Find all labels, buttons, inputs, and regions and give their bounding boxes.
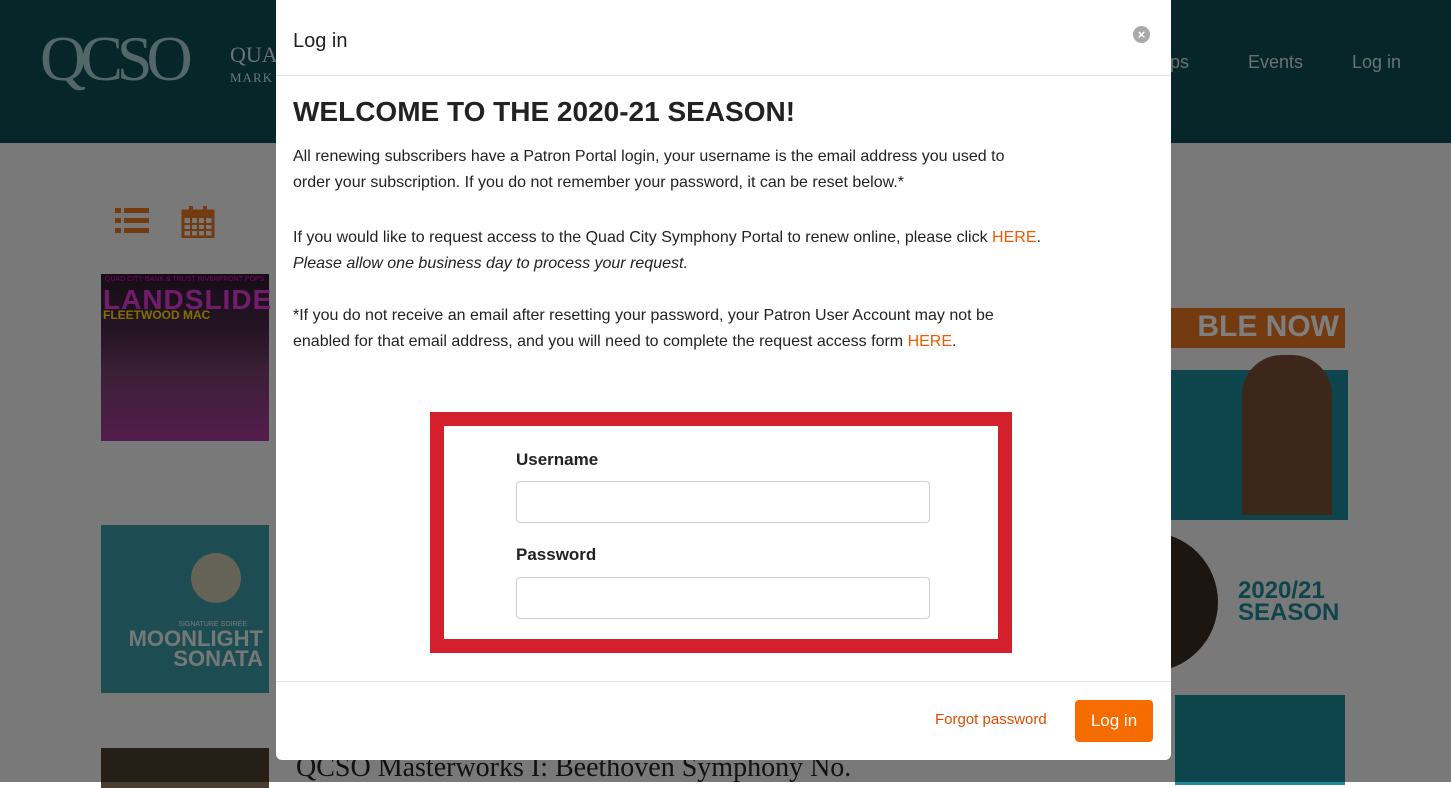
access-period: . — [1036, 229, 1041, 246]
access-text: If you would like to request access to t… — [293, 229, 993, 246]
username-input[interactable] — [516, 481, 930, 523]
modal-title: Log in — [293, 30, 348, 52]
access-line: If you would like to request access to t… — [293, 225, 1041, 251]
close-icon[interactable]: × — [1133, 26, 1150, 43]
reset-note-paragraph: *If you do not receive an email after re… — [293, 303, 994, 355]
request-access-link[interactable]: HERE — [992, 229, 1036, 246]
access-note: Please allow one business day to process… — [293, 255, 688, 272]
access-paragraph: If you would like to request access to t… — [293, 225, 1041, 277]
reset-note-line: *If you do not receive an email after re… — [293, 307, 994, 324]
password-label: Password — [516, 545, 597, 564]
login-modal: Log in × WELCOME TO THE 2020-21 SEASON! … — [276, 0, 1171, 760]
intro-line: order your subscription. If you do not r… — [293, 174, 904, 191]
intro-paragraph: All renewing subscribers have a Patron P… — [293, 144, 1004, 196]
login-button[interactable]: Log in — [1075, 700, 1153, 742]
username-label: Username — [516, 450, 599, 469]
divider — [276, 681, 1171, 682]
reset-note-line: enabled for that email address, and you … — [293, 329, 994, 355]
reset-note-text: enabled for that email address, and you … — [293, 333, 908, 350]
request-access-form-link[interactable]: HERE — [908, 333, 952, 350]
divider — [276, 75, 1171, 76]
welcome-heading: WELCOME TO THE 2020-21 SEASON! — [293, 96, 796, 127]
forgot-password-link[interactable]: Forgot password — [935, 711, 1047, 728]
reset-note-period: . — [952, 333, 957, 350]
password-input[interactable] — [516, 577, 930, 619]
intro-line: All renewing subscribers have a Patron P… — [293, 148, 1005, 165]
